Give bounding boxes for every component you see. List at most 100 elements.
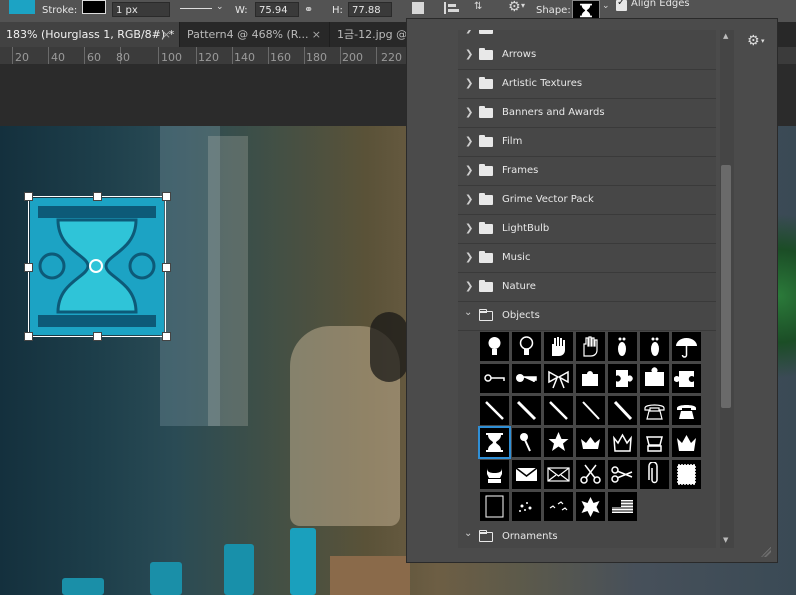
pencil-icon xyxy=(516,400,537,421)
tab-hourglass[interactable]: 183% (Hourglass 1, RGB/8#) * × xyxy=(0,22,180,47)
folder-row-ornaments[interactable]: ⌄ Ornaments xyxy=(458,523,716,548)
shape-footprint-right[interactable] xyxy=(640,332,669,361)
chevron-right-icon: ❯ xyxy=(465,78,474,89)
gear-icon[interactable]: ⚙ xyxy=(508,0,521,15)
reference-point-icon[interactable] xyxy=(89,259,103,273)
transform-handle[interactable] xyxy=(162,263,171,272)
shape-pushpin[interactable] xyxy=(512,428,541,457)
shape-footprint-left[interactable] xyxy=(608,332,637,361)
hair-shape xyxy=(370,312,408,382)
shape-frame-black[interactable] xyxy=(480,492,509,521)
folder-row-artistic-textures[interactable]: ❯ Artistic Textures xyxy=(458,70,716,99)
shape-pencil-1[interactable] xyxy=(480,396,509,425)
width-label: W: xyxy=(235,5,248,16)
scroll-down-icon[interactable]: ▼ xyxy=(723,536,728,544)
chevron-right-icon: ❯ xyxy=(465,30,473,34)
hourglass-shape-layer[interactable] xyxy=(24,192,171,341)
folder-label: Frames xyxy=(502,165,539,176)
shape-puzzle-4[interactable] xyxy=(672,364,701,393)
shape-flag[interactable] xyxy=(608,492,637,521)
shape-birds[interactable] xyxy=(544,492,573,521)
shape-envelope-1[interactable] xyxy=(512,460,541,489)
transform-handle[interactable] xyxy=(24,192,33,201)
folder-row-lightbulb[interactable]: ❯ LightBulb xyxy=(458,215,716,244)
shape-crown-3[interactable] xyxy=(640,428,669,457)
shape-crown-1[interactable] xyxy=(576,428,605,457)
shape-puzzle-1[interactable] xyxy=(576,364,605,393)
chevron-down-icon[interactable]: ▾ xyxy=(521,1,525,10)
transform-handle[interactable] xyxy=(93,192,102,201)
shape-key-1[interactable] xyxy=(480,364,509,393)
shape-pencil-4[interactable] xyxy=(576,396,605,425)
transform-handle[interactable] xyxy=(24,263,33,272)
shape-stamp[interactable] xyxy=(672,460,701,489)
shape-envelope-2[interactable] xyxy=(544,460,573,489)
folder-row-banners[interactable]: ❯ Banners and Awards xyxy=(458,99,716,128)
shape-pencil-3[interactable] xyxy=(544,396,573,425)
frame-icon xyxy=(485,495,504,518)
folder-row-frames[interactable]: ❯ Frames xyxy=(458,157,716,186)
folder-row-nature[interactable]: ❯ Nature xyxy=(458,273,716,302)
stroke-swatch[interactable] xyxy=(82,0,106,14)
path-alignment-icon[interactable] xyxy=(444,2,459,14)
stroke-label: Stroke: xyxy=(42,5,78,16)
gear-icon[interactable]: ⚙ xyxy=(747,33,760,49)
folder-label: Arrows xyxy=(502,49,537,60)
path-arrangement-icon[interactable]: ⇅ xyxy=(474,1,492,15)
stroke-width-field[interactable]: 1 px xyxy=(112,2,170,17)
chevron-down-icon[interactable]: ▾ xyxy=(761,37,765,45)
folder-row-grime[interactable]: ❯ Grime Vector Pack xyxy=(458,186,716,215)
shape-lightbulb-2[interactable] xyxy=(512,332,541,361)
telephone-icon xyxy=(644,404,665,420)
shape-preview-button[interactable] xyxy=(572,0,600,20)
shape-hand-left[interactable] xyxy=(544,332,573,361)
shape-hand-right[interactable] xyxy=(576,332,605,361)
hand-outline-icon xyxy=(583,336,598,357)
link-icon[interactable]: ⚭ xyxy=(304,3,313,16)
shape-umbrella[interactable] xyxy=(672,332,701,361)
stroke-type-dropdown[interactable]: ⌄ xyxy=(178,2,226,17)
shape-crown-4[interactable] xyxy=(672,428,701,457)
shape-fleur[interactable] xyxy=(576,492,605,521)
shape-bow[interactable] xyxy=(544,364,573,393)
chevron-down-icon[interactable]: ⌄ xyxy=(602,1,610,11)
shape-scissors-1[interactable] xyxy=(576,460,605,489)
folder-row-film[interactable]: ❯ Film xyxy=(458,128,716,157)
path-operations-icon[interactable] xyxy=(412,2,424,14)
height-field[interactable]: 77.88 px xyxy=(348,2,392,31)
scrollbar-thumb[interactable] xyxy=(721,165,731,408)
shape-splatter[interactable] xyxy=(512,492,541,521)
fill-swatch[interactable] xyxy=(9,0,35,14)
shape-crown-5[interactable] xyxy=(480,460,509,489)
shape-key-2[interactable] xyxy=(512,364,541,393)
folder-row-arrows[interactable]: ❯ Arrows xyxy=(458,41,716,70)
close-icon[interactable]: × xyxy=(312,22,321,47)
align-edges-checkbox[interactable]: ✓ xyxy=(616,0,627,11)
shape-crown-2[interactable] xyxy=(608,428,637,457)
shape-hourglass[interactable] xyxy=(478,426,511,459)
close-icon[interactable]: × xyxy=(162,22,171,47)
transform-handle[interactable] xyxy=(162,332,171,341)
shape-telephone-2[interactable] xyxy=(672,396,701,425)
shape-pencil-2[interactable] xyxy=(512,396,541,425)
shape-scissors-2[interactable] xyxy=(608,460,637,489)
shape-telephone-1[interactable] xyxy=(640,396,669,425)
folder-row-objects[interactable]: ⌄ Objects xyxy=(458,302,716,331)
resize-grip-icon[interactable] xyxy=(761,547,771,557)
shape-puzzle-2[interactable] xyxy=(608,364,637,393)
transform-handle[interactable] xyxy=(93,332,102,341)
width-field[interactable]: 75.94 px xyxy=(255,2,299,31)
shape-star-badge[interactable] xyxy=(544,428,573,457)
transform-handle[interactable] xyxy=(162,192,171,201)
flag-icon xyxy=(612,500,633,513)
shape-paperclip[interactable] xyxy=(640,460,669,489)
shape-pencil-5[interactable] xyxy=(608,396,637,425)
stamp-icon xyxy=(677,464,696,485)
transform-handle[interactable] xyxy=(24,332,33,341)
shape-puzzle-3[interactable] xyxy=(640,364,669,393)
tab-pattern4[interactable]: Pattern4 @ 468% (R... × xyxy=(181,22,330,47)
tab-jpg[interactable]: 1금-12.jpg @ xyxy=(331,22,407,47)
folder-row-music[interactable]: ❯ Music xyxy=(458,244,716,273)
shape-lightbulb-1[interactable] xyxy=(480,332,509,361)
scroll-up-icon[interactable]: ▲ xyxy=(723,32,728,40)
